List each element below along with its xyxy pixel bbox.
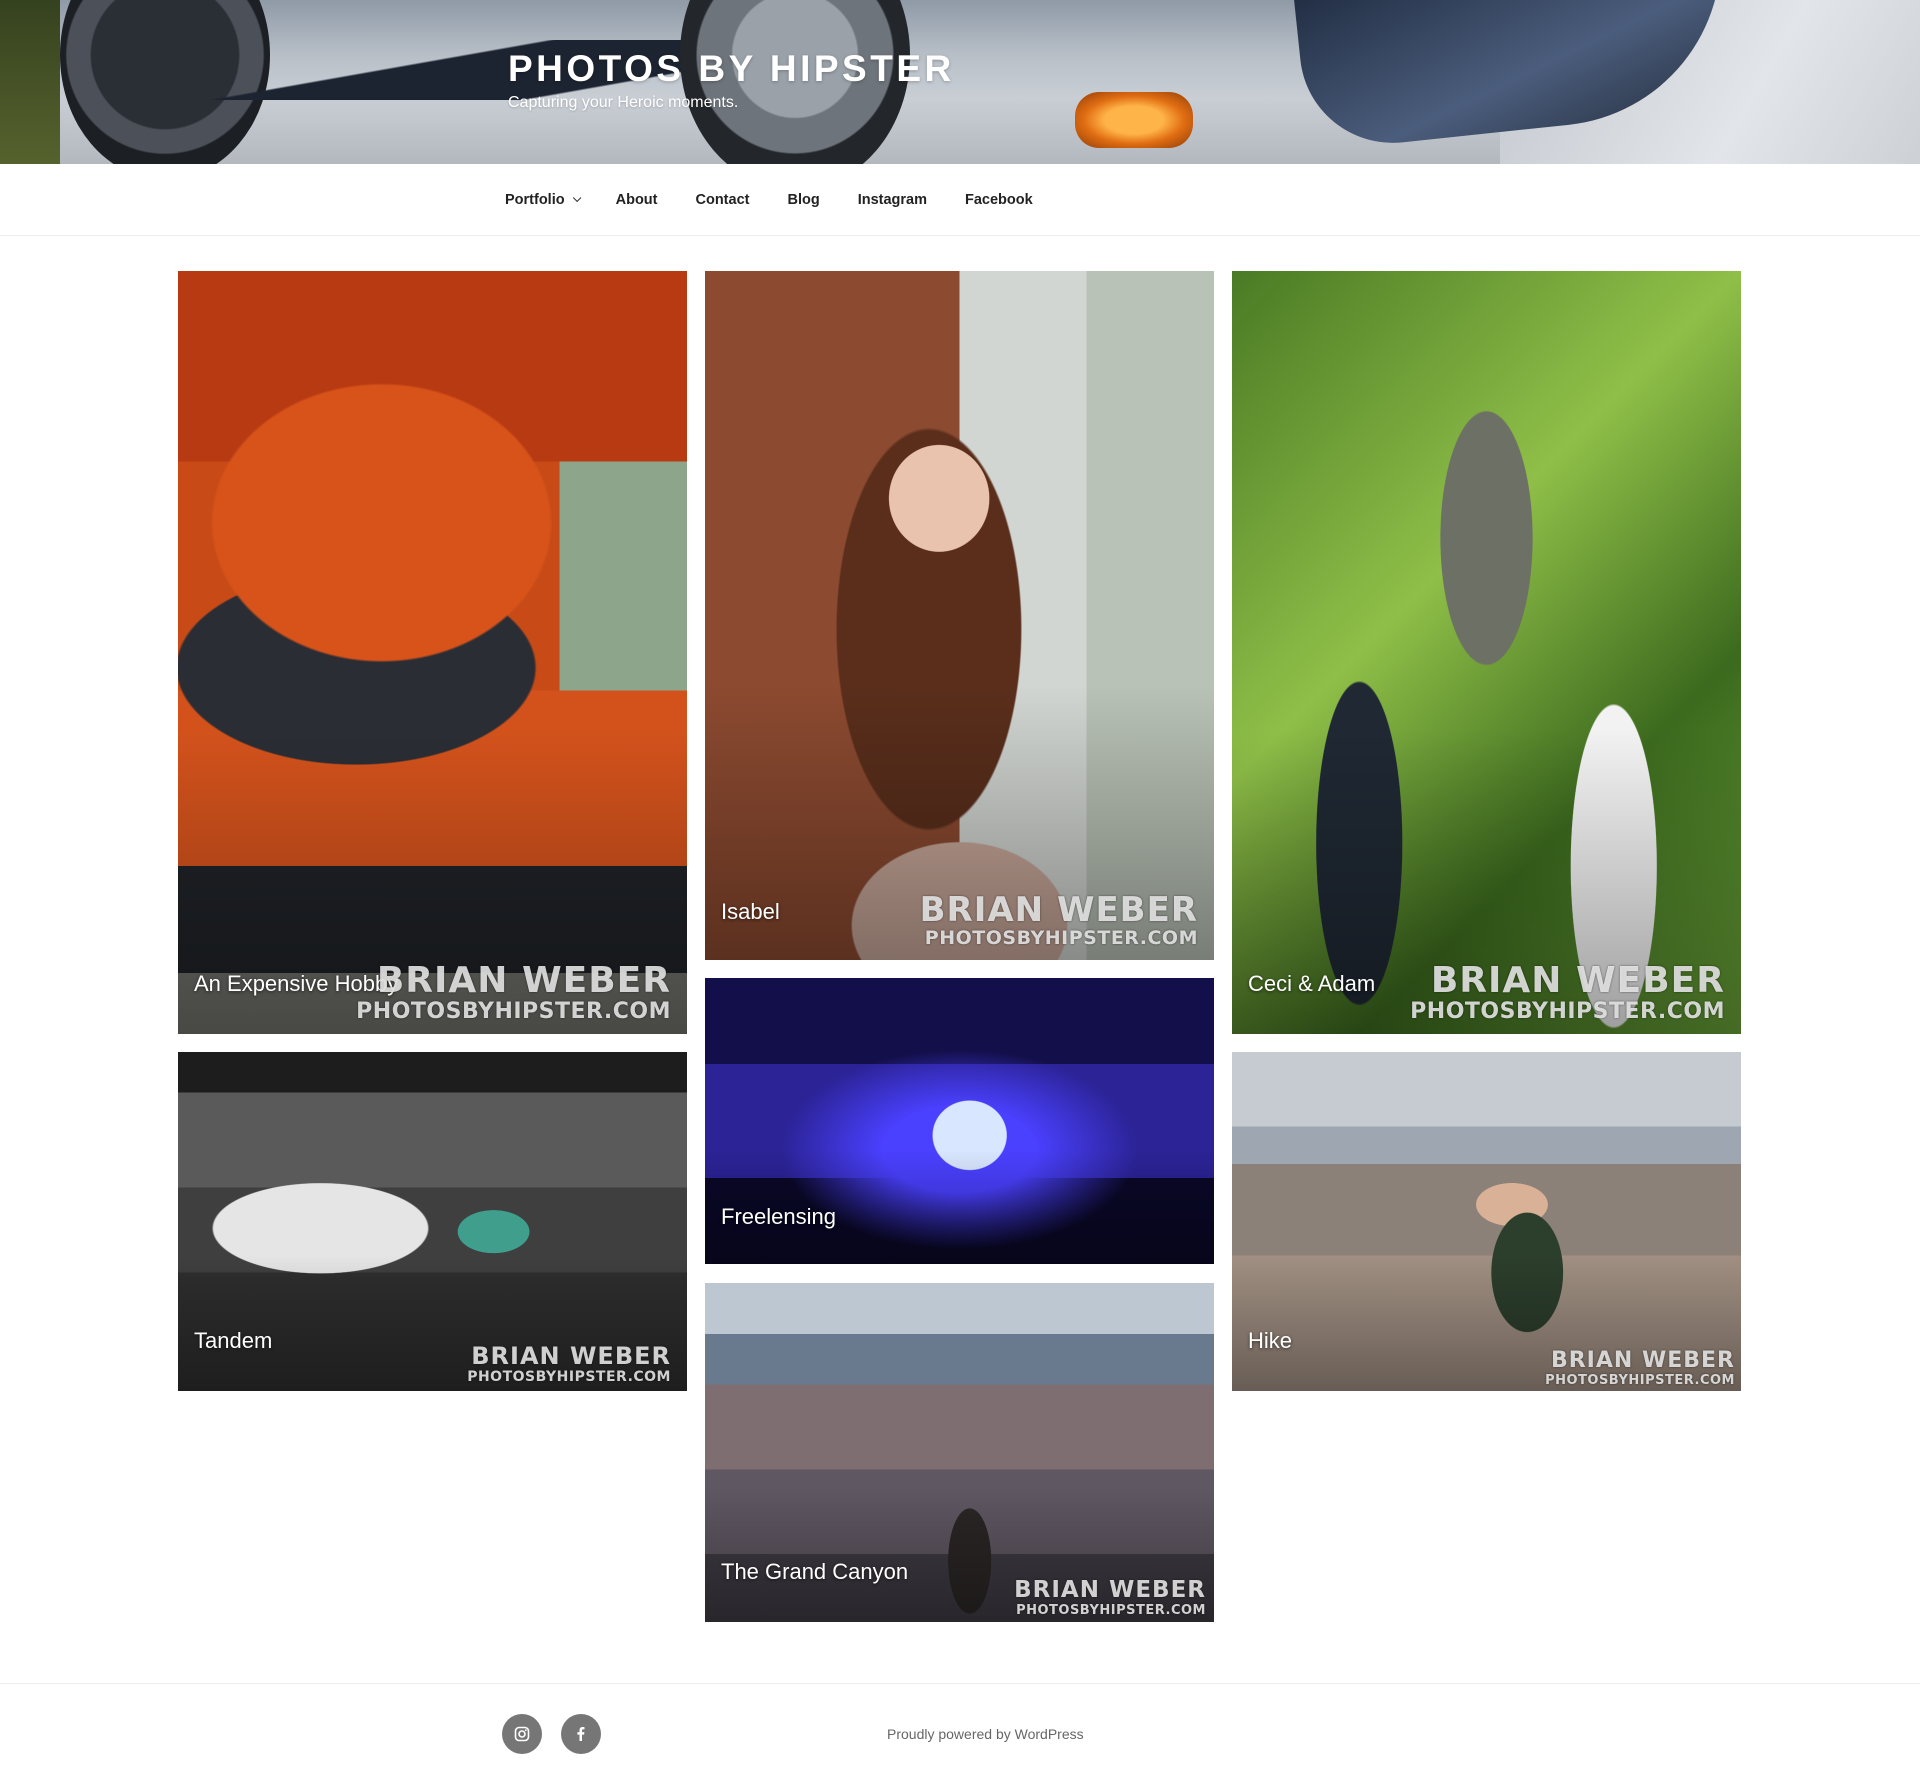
gallery-item-hike[interactable]: Hike BRIAN WEBER PHOTOSBYHIPSTER.COM <box>1232 1052 1741 1391</box>
nav-item-contact[interactable]: Contact <box>676 192 768 208</box>
watermark: BRIAN WEBER PHOTOSBYHIPSTER.COM <box>1545 1348 1735 1388</box>
tile-shade <box>1232 271 1741 1034</box>
nav-item-facebook[interactable]: Facebook <box>946 192 1052 208</box>
chevron-down-icon <box>572 193 581 203</box>
nav-item-blog[interactable]: Blog <box>768 192 838 208</box>
powered-by-link[interactable]: Proudly powered by WordPress <box>887 1726 1084 1742</box>
instagram-link[interactable] <box>502 1714 542 1754</box>
header-image-greenery <box>0 0 60 164</box>
site-tagline: Capturing your Heroic moments. <box>508 94 739 111</box>
gallery-item-title: Ceci & Adam <box>1248 971 1376 996</box>
gallery-item-ceci-and-adam[interactable]: Ceci & Adam BRIAN WEBER PHOTOSBYHIPSTER.… <box>1232 271 1741 1034</box>
gallery-item-tandem[interactable]: Tandem BRIAN WEBER PHOTOSBYHIPSTER.COM <box>178 1052 687 1391</box>
facebook-link[interactable] <box>561 1714 601 1754</box>
tile-shade <box>178 271 687 1034</box>
header-image-turn-signal <box>1075 92 1193 148</box>
tile-shade <box>1232 1052 1741 1391</box>
gallery-item-title: The Grand Canyon <box>721 1559 909 1584</box>
nav-menu: Portfolio About Contact Blog Instagram F… <box>505 164 1052 236</box>
gallery-item-freelensing[interactable]: Freelensing <box>705 978 1214 1264</box>
nav-item-about[interactable]: About <box>597 192 677 208</box>
facebook-icon <box>577 1727 585 1741</box>
nav-item-instagram[interactable]: Instagram <box>839 192 946 208</box>
site-header: PHOTOS BY HIPSTER Capturing your Heroic … <box>0 0 1920 164</box>
main-navigation: Portfolio About Contact Blog Instagram F… <box>0 164 1920 236</box>
gallery-item-isabel[interactable]: Isabel BRIAN WEBER PHOTOSBYHIPSTER.COM <box>705 271 1214 960</box>
gallery-item-the-grand-canyon[interactable]: The Grand Canyon BRIAN WEBER PHOTOSBYHIP… <box>705 1283 1214 1622</box>
gallery-item-title: Hike <box>1248 1328 1293 1353</box>
watermark: BRIAN WEBER PHOTOSBYHIPSTER.COM <box>1014 1577 1206 1618</box>
site-title[interactable]: PHOTOS BY HIPSTER <box>508 48 955 90</box>
site-footer: Proudly powered by WordPress <box>0 1683 1920 1781</box>
gallery-item-title: Isabel <box>721 899 780 924</box>
nav-item-label: Portfolio <box>505 192 565 208</box>
watermark: BRIAN WEBER PHOTOSBYHIPSTER.COM <box>919 890 1198 949</box>
watermark: BRIAN WEBER PHOTOSBYHIPSTER.COM <box>467 1342 671 1385</box>
tile-shade <box>705 271 1214 960</box>
watermark: BRIAN WEBER PHOTOSBYHIPSTER.COM <box>1410 960 1725 1024</box>
watermark: BRIAN WEBER PHOTOSBYHIPSTER.COM <box>356 960 671 1024</box>
gallery-item-title: Tandem <box>194 1328 273 1353</box>
gallery-item-an-expensive-hobby[interactable]: An Expensive Hobby BRIAN WEBER PHOTOSBYH… <box>178 271 687 1034</box>
nav-item-portfolio[interactable]: Portfolio <box>505 192 597 208</box>
gallery-item-title: Freelensing <box>721 1204 836 1229</box>
instagram-icon <box>514 1726 530 1742</box>
